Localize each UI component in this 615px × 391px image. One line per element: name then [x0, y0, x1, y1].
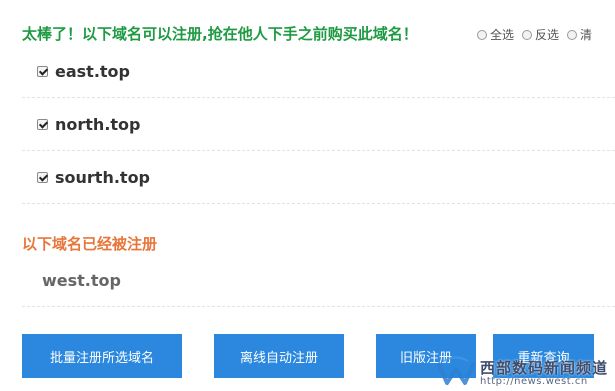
west-logo-icon — [437, 356, 475, 385]
domain-name: north.top — [55, 114, 141, 134]
domain-checkbox[interactable] — [37, 65, 48, 77]
taken-domain-name: west.top — [42, 271, 121, 290]
available-domain-row: east.top — [22, 45, 615, 98]
clear-selection-option[interactable]: 清 — [567, 26, 592, 43]
domain-name: sourth.top — [55, 167, 151, 187]
clear-selection-label: 清 — [580, 28, 593, 42]
select-options: 全选 反选 清 — [477, 26, 592, 43]
available-domain-row: sourth.top — [22, 151, 615, 204]
offline-auto-register-button[interactable]: 离线自动注册 — [214, 334, 344, 378]
batch-register-button[interactable]: 批量注册所选域名 — [22, 334, 182, 378]
invert-selection-option[interactable]: 反选 — [522, 26, 559, 43]
select-all-label: 全选 — [490, 28, 515, 42]
available-domain-row: north.top — [22, 98, 615, 151]
watermark-url: http://news.west.cn — [480, 376, 588, 387]
invert-selection-label: 反选 — [535, 28, 560, 42]
select-all-option[interactable]: 全选 — [477, 26, 514, 43]
domain-checkbox[interactable] — [37, 171, 48, 183]
domain-name: east.top — [55, 61, 130, 81]
watermark: 西部数码新闻频道 http://news.west.cn — [436, 355, 615, 391]
taken-domain-row: west.top — [22, 255, 615, 307]
available-heading: 太棒了！以下域名可以注册,抢在他人下手之前购买此域名！ — [22, 25, 418, 43]
watermark-title: 西部数码新闻频道 — [480, 359, 609, 377]
taken-heading: 以下域名已经被注册 — [22, 235, 158, 253]
clear-selection-radio[interactable] — [567, 29, 578, 40]
invert-selection-radio[interactable] — [522, 29, 533, 40]
select-all-radio[interactable] — [477, 29, 487, 40]
domain-checkbox[interactable] — [37, 118, 48, 130]
